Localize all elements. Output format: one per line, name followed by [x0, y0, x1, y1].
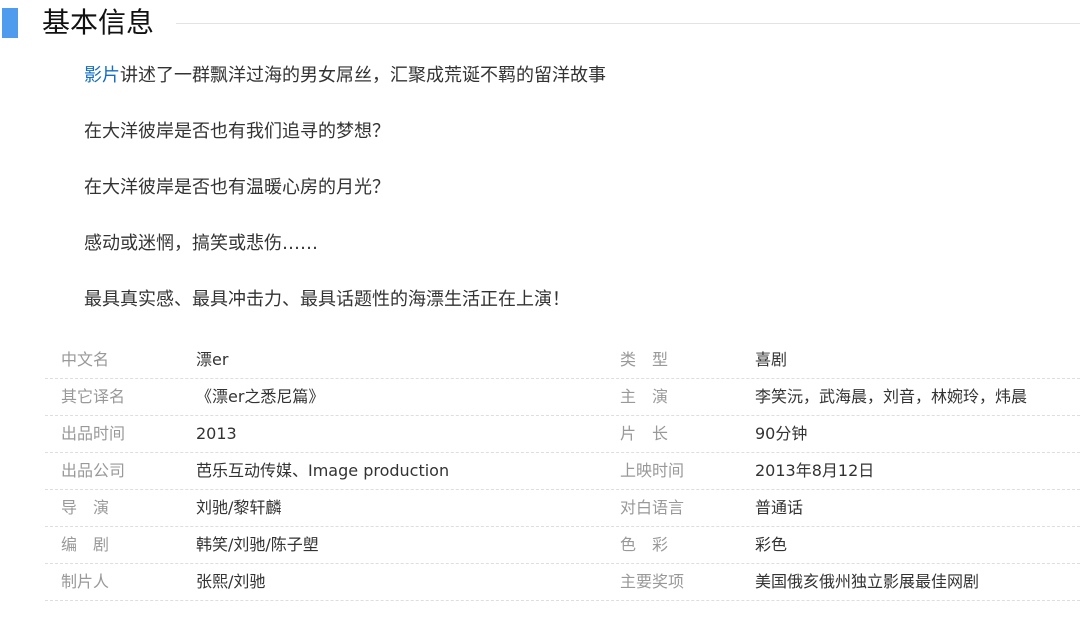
info-label: 类 型 [620, 350, 669, 369]
info-label: 编 剧 [61, 535, 110, 554]
info-value: 喜剧 [755, 350, 788, 369]
info-value: 李笑沅，武海晨，刘音，林婉玲，炜晨 [755, 387, 1028, 406]
info-row: 中文名 漂er 类 型 喜剧 [45, 342, 1080, 379]
info-table: 中文名 漂er 类 型 喜剧 其它译名 《漂er之悉尼篇》 主 演 李笑沅，武海… [45, 342, 1080, 601]
info-label: 主 演 [620, 387, 669, 406]
film-link[interactable]: 影片 [84, 65, 120, 86]
info-row: 导 演 刘驰/黎轩麟 对白语言 普通话 [45, 490, 1080, 527]
info-value: 2013 [196, 424, 237, 443]
info-label: 对白语言 [620, 498, 685, 517]
section-accent-bar [2, 8, 18, 38]
info-row: 制片人 张熙/刘驰 主要奖项 美国俄亥俄州独立影展最佳网剧 [45, 564, 1080, 601]
info-row: 其它译名 《漂er之悉尼篇》 主 演 李笑沅，武海晨，刘音，林婉玲，炜晨 [45, 379, 1080, 416]
info-label: 出品时间 [61, 424, 126, 443]
info-row: 编 剧 韩笑/刘驰/陈子塱 色 彩 彩色 [45, 527, 1080, 564]
info-row: 出品时间 2013 片 长 90分钟 [45, 416, 1080, 453]
section-divider [176, 23, 1080, 24]
info-value: 2013年8月12日 [755, 461, 875, 480]
info-label: 上映时间 [620, 461, 685, 480]
info-label: 制片人 [61, 572, 110, 591]
synopsis-line-3: 在大洋彼岸是否也有温暖心房的月光？ [84, 177, 390, 198]
info-value: 普通话 [755, 498, 804, 517]
info-value: 美国俄亥俄州独立影展最佳网剧 [755, 572, 980, 591]
info-value: 彩色 [755, 535, 788, 554]
info-value: 张熙/刘驰 [196, 572, 266, 591]
section-title: 基本信息 [42, 6, 155, 39]
info-label: 色 彩 [620, 535, 669, 554]
info-value: 90分钟 [755, 424, 808, 443]
synopsis-line-2: 在大洋彼岸是否也有我们追寻的梦想？ [84, 121, 390, 142]
info-value: 刘驰/黎轩麟 [196, 498, 282, 517]
synopsis-line-5: 最具真实感、最具冲击力、最具话题性的海漂生活正在上演！ [84, 289, 570, 310]
info-label: 片 长 [620, 424, 669, 443]
info-value: 韩笑/刘驰/陈子塱 [196, 535, 319, 554]
info-label: 导 演 [61, 498, 110, 517]
info-value: 漂er [196, 350, 229, 369]
synopsis-line-4: 感动或迷惘，搞笑或悲伤…… [84, 233, 318, 254]
info-label: 出品公司 [61, 461, 126, 480]
synopsis-line-1-text: 讲述了一群飘洋过海的男女屌丝，汇聚成荒诞不羁的留洋故事 [120, 65, 606, 86]
info-label: 中文名 [61, 350, 110, 369]
info-value: 芭乐互动传媒、Image production [196, 461, 450, 480]
synopsis-line-1: 影片讲述了一群飘洋过海的男女屌丝，汇聚成荒诞不羁的留洋故事 [84, 60, 1064, 116]
info-value: 《漂er之悉尼篇》 [196, 387, 325, 406]
info-row: 出品公司 芭乐互动传媒、Image production 上映时间 2013年8… [45, 453, 1080, 490]
synopsis: 影片讲述了一群飘洋过海的男女屌丝，汇聚成荒诞不羁的留洋故事 在大洋彼岸是否也有我… [84, 60, 1064, 340]
info-label: 其它译名 [61, 387, 126, 406]
info-label: 主要奖项 [620, 572, 685, 591]
section-header: 基本信息 [0, 0, 1080, 50]
